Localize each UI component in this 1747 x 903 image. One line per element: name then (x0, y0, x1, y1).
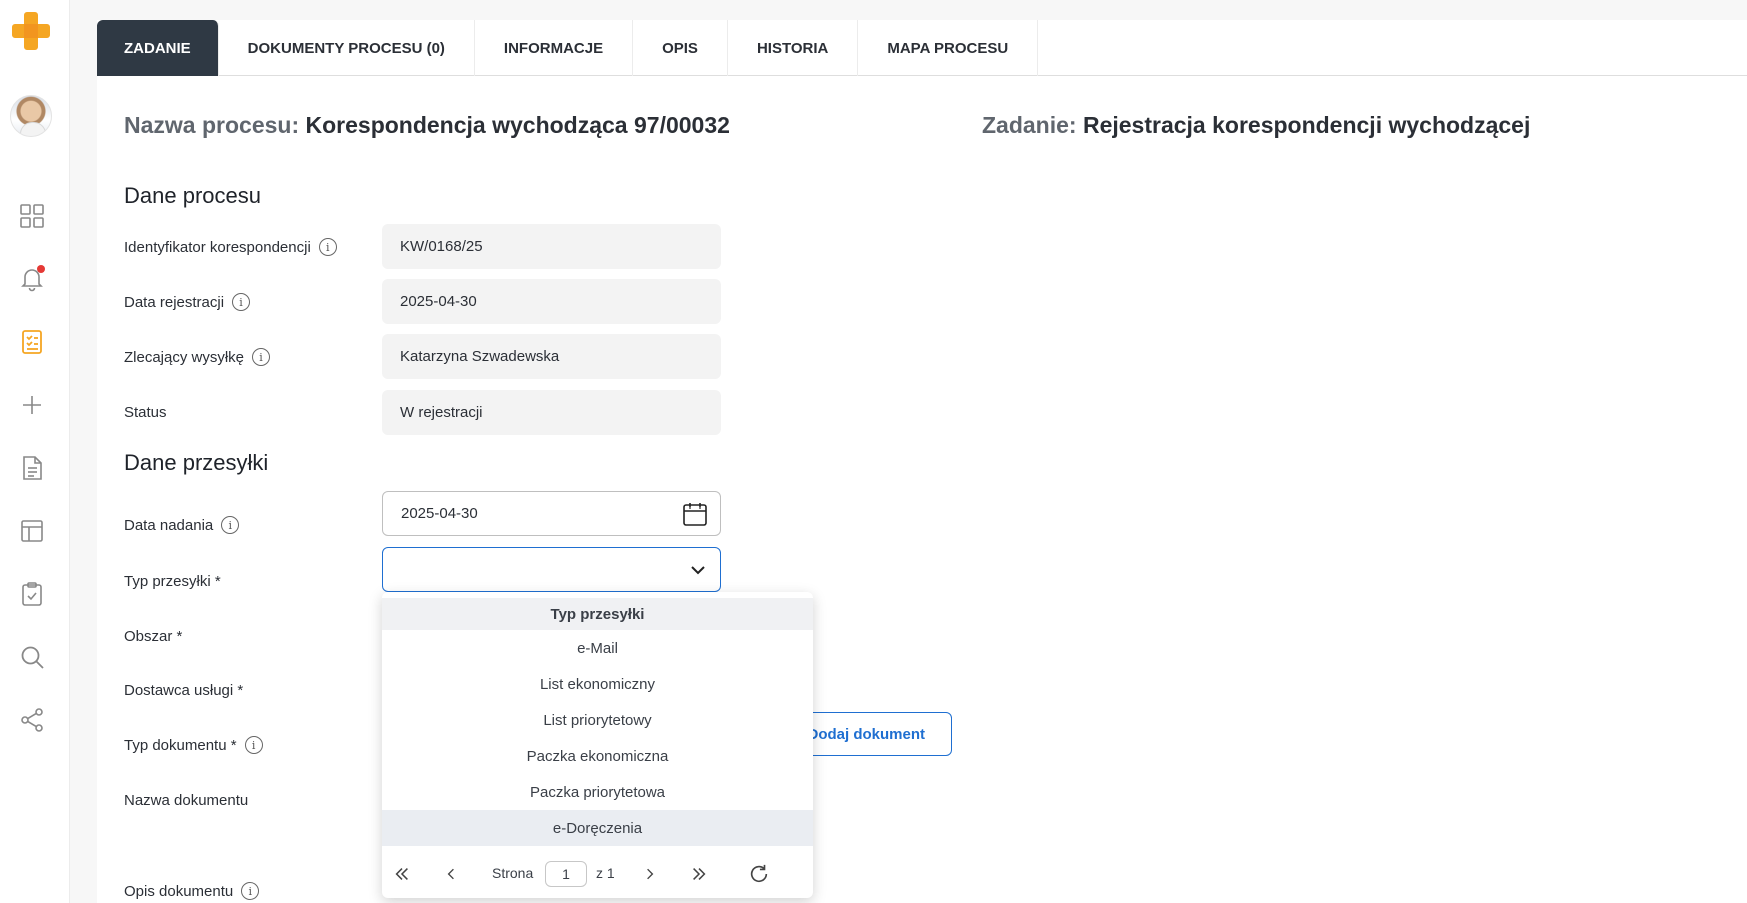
info-icon[interactable]: i (252, 348, 271, 366)
ordering-person-field: Katarzyna Szwadewska (382, 334, 721, 379)
task-name-label: Zadanie: (982, 112, 1077, 138)
dropdown-option[interactable]: e-Mail (382, 630, 813, 666)
add-plus-icon[interactable] (17, 390, 47, 420)
send-date-label-text: Data nadania (124, 516, 214, 534)
send-date-label: Data nadania i (124, 516, 240, 534)
dropdown-option[interactable]: Paczka priorytetowa (382, 774, 813, 810)
info-icon[interactable]: i (318, 238, 337, 256)
notifications-bell-icon[interactable] (17, 264, 47, 294)
task-name-heading: Zadanie: Rejestracja korespondencji wych… (982, 112, 1530, 139)
info-icon[interactable]: i (221, 516, 240, 534)
registration-date-label: Data rejestracji i (124, 293, 251, 311)
page-number-input[interactable]: 1 (545, 861, 587, 887)
document-icon[interactable] (17, 453, 47, 483)
dropdown-option[interactable]: List priorytetowy (382, 702, 813, 738)
shipment-type-select[interactable] (382, 547, 721, 592)
process-data-section-title: Dane procesu (124, 183, 261, 208)
search-icon[interactable] (17, 642, 47, 672)
dashboard-grid-icon[interactable] (17, 201, 47, 231)
send-date-input[interactable]: 2025-04-30 (382, 491, 721, 536)
shipment-type-label: Typ przesyłki * (124, 573, 221, 590)
process-name-label: Nazwa procesu: (124, 112, 300, 138)
document-description-label-text: Opis dokumentu (124, 882, 234, 900)
status-label-text: Status (124, 404, 167, 421)
document-description-label: Opis dokumentu i (124, 882, 260, 900)
process-name-heading: Nazwa procesu: Korespondencja wychodząca… (124, 112, 730, 139)
notification-badge (37, 265, 45, 273)
refresh-icon[interactable] (747, 862, 771, 886)
task-name-value: Rejestracja korespondencji wychodzącej (1082, 112, 1531, 138)
status-label: Status (124, 404, 167, 421)
ordering-person-label-text: Zlecający wysyłkę (124, 348, 245, 366)
tab-historia[interactable]: HISTORIA (728, 20, 859, 76)
page-label: Strona (492, 865, 534, 881)
area-label: Obszar * (124, 628, 183, 645)
tab-zadanie[interactable]: ZADANIE (97, 20, 219, 76)
registration-date-label-text: Data rejestracji (124, 293, 225, 311)
dropdown-option[interactable]: e-Doręczenia (382, 810, 813, 846)
correspondence-id-label-text: Identyfikator korespondencji (124, 238, 311, 256)
previous-page-icon[interactable] (439, 862, 463, 886)
tab-bar: ZADANIE DOKUMENTY PROCESU (0) INFORMACJE… (97, 20, 1747, 76)
correspondence-id-label: Identyfikator korespondencji i (124, 238, 337, 256)
sidebar (0, 0, 70, 903)
chevron-down-icon[interactable] (688, 560, 708, 580)
tasks-checklist-icon[interactable] (17, 327, 47, 357)
document-type-label: Typ dokumentu * i (124, 736, 263, 754)
first-page-icon[interactable] (390, 862, 414, 886)
tab-dokumenty-procesu[interactable]: DOKUMENTY PROCESU (0) (219, 20, 475, 76)
send-date-value: 2025-04-30 (401, 505, 478, 522)
service-provider-label: Dostawca usługi * (124, 682, 244, 699)
calendar-icon[interactable] (682, 501, 708, 527)
tab-opis[interactable]: OPIS (633, 20, 728, 76)
user-avatar[interactable] (10, 95, 52, 137)
status-field: W rejestracji (382, 390, 721, 435)
dropdown-option[interactable]: List ekonomiczny (382, 666, 813, 702)
dropdown-option[interactable]: Paczka ekonomiczna (382, 738, 813, 774)
registration-date-field: 2025-04-30 (382, 279, 721, 324)
page-total-label: z 1 (596, 865, 615, 881)
tab-informacje[interactable]: INFORMACJE (475, 20, 634, 76)
share-icon[interactable] (17, 705, 47, 735)
main-panel: ZADANIE DOKUMENTY PROCESU (0) INFORMACJE… (97, 20, 1747, 903)
ordering-person-label: Zlecający wysyłkę i (124, 348, 271, 366)
next-page-icon[interactable] (638, 862, 662, 886)
correspondence-id-field: KW/0168/25 (382, 224, 721, 269)
app-logo-icon[interactable] (10, 10, 52, 52)
shipment-type-dropdown: Typ przesyłki e-Mail List ekonomiczny Li… (382, 592, 813, 898)
document-name-label: Nazwa dokumentu (124, 792, 249, 809)
last-page-icon[interactable] (687, 862, 711, 886)
shipment-data-section-title: Dane przesyłki (124, 450, 269, 475)
layout-template-icon[interactable] (17, 516, 47, 546)
dropdown-header: Typ przesyłki (382, 598, 813, 630)
process-name-value: Korespondencja wychodząca 97/00032 (305, 112, 730, 138)
dropdown-pager: Strona 1 z 1 (382, 850, 813, 898)
document-type-label-text: Typ dokumentu * (124, 736, 237, 754)
add-document-button[interactable]: Dodaj dokument (795, 712, 952, 756)
info-icon[interactable]: i (244, 736, 263, 754)
info-icon[interactable]: i (241, 882, 260, 900)
clipboard-check-icon[interactable] (17, 579, 47, 609)
tab-mapa-procesu[interactable]: MAPA PROCESU (858, 20, 1039, 76)
info-icon[interactable]: i (232, 293, 251, 311)
